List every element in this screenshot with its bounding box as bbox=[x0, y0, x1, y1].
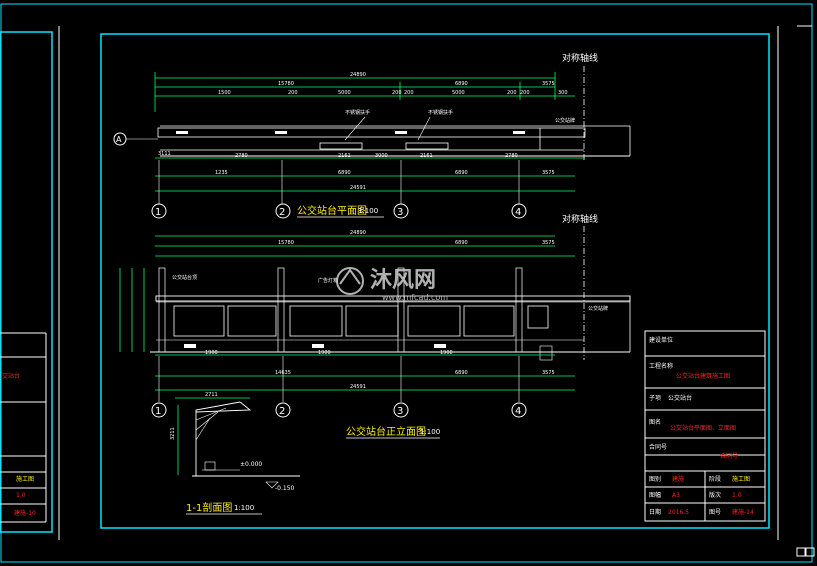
svg-text:2: 2 bbox=[279, 406, 285, 417]
tb-value: 2016.5 bbox=[668, 509, 689, 516]
left-sheet-text: 施工图 bbox=[16, 475, 34, 483]
plan-scale: 1:100 bbox=[358, 207, 378, 215]
svg-text:2780: 2780 bbox=[505, 153, 518, 159]
tb-value: 施工图 bbox=[732, 475, 750, 483]
svg-text:±0.000: ±0.000 bbox=[240, 461, 262, 468]
svg-text:3000: 3000 bbox=[375, 153, 388, 159]
dim-text: 200 bbox=[288, 90, 298, 96]
tb-value: 1.0 bbox=[732, 492, 742, 499]
dim-text: 200 bbox=[507, 90, 517, 96]
svg-text:1: 1 bbox=[155, 207, 161, 218]
watermark-url: www.mfcad.com bbox=[382, 293, 448, 302]
tb-key: 版次 bbox=[709, 491, 721, 499]
svg-text:6890: 6890 bbox=[455, 240, 468, 246]
tb-key: 建设单位 bbox=[649, 336, 673, 344]
corner-mark bbox=[805, 547, 815, 557]
section-title: 1-1剖面图 bbox=[186, 501, 232, 514]
svg-text:6890: 6890 bbox=[338, 170, 351, 176]
axis-line-label: 对称轴线 bbox=[562, 213, 598, 225]
dim-text: 5000 bbox=[452, 90, 465, 96]
svg-text:2780: 2780 bbox=[235, 153, 248, 159]
cad-viewport[interactable]: 交站台 施工图 1.0 建施-10 对称轴线 24890 15780 6890 … bbox=[0, 0, 817, 566]
svg-text:2161: 2161 bbox=[338, 153, 351, 159]
svg-text:2161: 2161 bbox=[420, 153, 433, 159]
tb-value: A3 bbox=[672, 492, 680, 499]
plan-title: 公交站台平面图 bbox=[297, 204, 367, 217]
left-sheet-text: 交站台 bbox=[2, 372, 20, 380]
svg-text:公交站牌: 公交站牌 bbox=[588, 305, 608, 312]
left-title-block: 交站台 施工图 1.0 建施-10 bbox=[0, 332, 47, 523]
svg-text:3575: 3575 bbox=[542, 240, 555, 246]
dim-text: 5000 bbox=[338, 90, 351, 96]
svg-text:24591: 24591 bbox=[350, 384, 366, 390]
tb-key: 日期 bbox=[649, 508, 661, 516]
tb-value: 公交站台平面图、立面图 bbox=[670, 424, 736, 432]
plan-note: 公交站牌 bbox=[555, 117, 575, 124]
elevation-title: 公交站台正立面图 bbox=[346, 425, 426, 438]
svg-text:3575: 3575 bbox=[542, 170, 555, 176]
svg-text:4: 4 bbox=[515, 207, 521, 218]
axis-line-label: 对称轴线 bbox=[562, 52, 598, 64]
svg-text:公交站台顶: 公交站台顶 bbox=[172, 274, 197, 281]
dim-text: 6890 bbox=[455, 81, 468, 87]
watermark-text: 沐风网 bbox=[370, 268, 436, 293]
svg-text:3211: 3211 bbox=[170, 427, 176, 440]
tb-key: 图号 bbox=[709, 509, 721, 516]
elevation-view: 对称轴线 24890 15780 6890 3575 公交站台顶 广告灯箱 公交… bbox=[119, 213, 631, 402]
svg-text:24890: 24890 bbox=[350, 230, 366, 236]
title-block: 建设单位 工程名称 公交站台建筑施工图 子项 公交站台 图名 公交站台平面图、立… bbox=[644, 330, 766, 522]
svg-text:2711: 2711 bbox=[205, 392, 218, 398]
svg-text:2: 2 bbox=[279, 207, 285, 218]
tb-value: 建施-14 bbox=[732, 508, 754, 516]
dim-text: 200 bbox=[392, 90, 402, 96]
tb-key: 图幅 bbox=[649, 491, 661, 499]
svg-text:1900: 1900 bbox=[318, 350, 331, 356]
svg-text:1900: 1900 bbox=[205, 350, 218, 356]
tb-value: 建施 bbox=[672, 475, 684, 483]
dim-text: 200 bbox=[520, 90, 530, 96]
left-sheet-frame bbox=[0, 31, 53, 533]
dim-text: 24890 bbox=[350, 72, 366, 78]
plan-note: 不锈钢扶手 bbox=[428, 109, 453, 116]
left-sheet-text: 建施-10 bbox=[14, 509, 36, 517]
svg-text:3575: 3575 bbox=[542, 370, 555, 376]
plan-view: 对称轴线 24890 15780 6890 3575 1500 200 5000… bbox=[113, 52, 631, 218]
svg-text:-0.150: -0.150 bbox=[275, 485, 295, 492]
svg-text:6890: 6890 bbox=[455, 170, 468, 176]
watermark-logo: 沐风网 www.mfcad.com bbox=[336, 267, 448, 302]
svg-text:3: 3 bbox=[397, 406, 403, 417]
cad-drawing: 交站台 施工图 1.0 建施-10 对称轴线 24890 15780 6890 … bbox=[0, 3, 815, 563]
tb-key: 图别 bbox=[649, 475, 661, 483]
tb-key: 工程名称 bbox=[649, 362, 673, 370]
svg-text:1: 1 bbox=[155, 406, 161, 417]
elevation-scale: 1:100 bbox=[420, 428, 440, 436]
tb-key: 图名 bbox=[649, 418, 661, 426]
tb-value: 公交站台建筑施工图 bbox=[676, 372, 730, 380]
corner-mark bbox=[796, 547, 806, 557]
dim-text: 200 bbox=[404, 90, 414, 96]
tb-key: 合同号 bbox=[649, 443, 667, 451]
left-sheet-text: 1.0 bbox=[16, 492, 26, 499]
section-scale: 1:100 bbox=[234, 504, 254, 512]
svg-text:15780: 15780 bbox=[278, 240, 294, 246]
tb-key: 子项 bbox=[649, 395, 661, 402]
svg-text:A: A bbox=[116, 135, 122, 144]
dim-text: 3575 bbox=[542, 81, 555, 87]
dim-text: 1500 bbox=[218, 90, 231, 96]
svg-text:广告灯箱: 广告灯箱 bbox=[318, 277, 338, 284]
svg-text:1235: 1235 bbox=[215, 170, 228, 176]
svg-text:1900: 1900 bbox=[440, 350, 453, 356]
svg-text:3111: 3111 bbox=[158, 151, 171, 157]
tb-value: 合同号 bbox=[720, 452, 738, 460]
tb-key: 阶段 bbox=[709, 475, 721, 483]
svg-text:6890: 6890 bbox=[455, 370, 468, 376]
dim-text: 15780 bbox=[278, 81, 294, 87]
svg-text:24591: 24591 bbox=[350, 185, 366, 191]
plan-note: 不锈钢扶手 bbox=[345, 109, 370, 116]
dim-text: 300 bbox=[558, 90, 568, 96]
svg-text:4: 4 bbox=[515, 406, 521, 417]
tb-value: 公交站台 bbox=[668, 394, 692, 402]
svg-text:3: 3 bbox=[397, 207, 403, 218]
